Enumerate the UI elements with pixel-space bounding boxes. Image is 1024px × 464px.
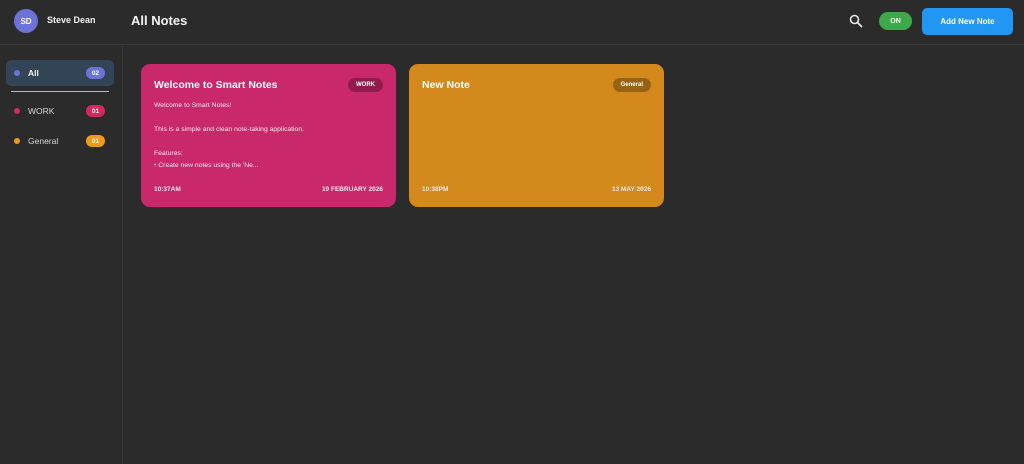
user-name: Steve Dean (47, 15, 96, 25)
search-icon[interactable] (848, 13, 864, 29)
note-title: Welcome to Smart Notes (154, 79, 278, 91)
note-card[interactable]: Welcome to Smart Notes WORK Welcome to S… (141, 64, 396, 207)
top-header: SD Steve Dean All Notes ON Add New Note (0, 0, 1024, 45)
note-date: 13 MAY 2026 (611, 186, 651, 193)
count-badge: 01 (86, 135, 105, 147)
count-badge: 01 (86, 105, 105, 117)
sidebar-item-all[interactable]: All 02 (6, 60, 114, 86)
note-preview: Welcome to Smart Notes! This is a simple… (154, 102, 304, 169)
note-tag-badge: General (612, 78, 651, 92)
count-badge: 02 (86, 67, 105, 79)
note-time: 10:38PM (422, 186, 449, 193)
sidebar: All 02 WORK 01 General 01 (0, 46, 123, 464)
app-root: SD Steve Dean All Notes ON Add New Note … (0, 0, 1024, 464)
note-title: New Note (422, 79, 470, 91)
theme-toggle[interactable]: ON (879, 12, 912, 30)
sidebar-item-work[interactable]: WORK 01 (6, 98, 114, 124)
page-title: All Notes (131, 13, 188, 28)
sidebar-item-label: General (28, 136, 59, 146)
note-tag-badge: WORK (348, 78, 383, 92)
note-time: 10:37AM (154, 186, 181, 193)
category-dot-icon (14, 70, 20, 76)
sidebar-item-label: All (28, 68, 39, 78)
note-card[interactable]: New Note General 10:38PM 13 MAY 2026 (409, 64, 664, 207)
note-date: 19 FEBRUARY 2026 (321, 186, 383, 193)
category-dot-icon (14, 108, 20, 114)
sidebar-divider (11, 91, 109, 92)
category-dot-icon (14, 138, 20, 144)
sidebar-item-general[interactable]: General 01 (6, 128, 114, 154)
sidebar-item-label: WORK (28, 106, 55, 116)
add-new-note-button[interactable]: Add New Note (922, 8, 1013, 35)
avatar[interactable]: SD (14, 9, 38, 33)
